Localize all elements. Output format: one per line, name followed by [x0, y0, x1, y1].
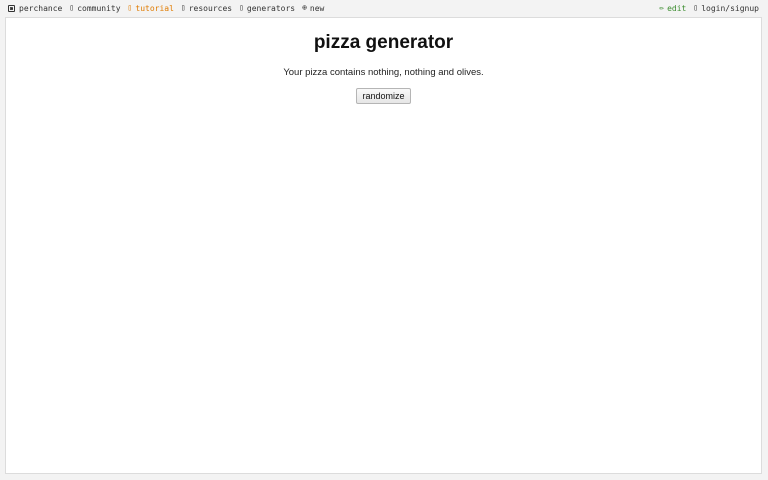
- generators-icon: ▯: [239, 3, 244, 12]
- nav-edit-label: edit: [667, 3, 687, 13]
- chat-icon: ▯: [69, 3, 75, 12]
- page-title: pizza generator: [313, 32, 454, 53]
- pencil-icon: ✏: [659, 3, 665, 12]
- nav-tutorial-label: tutorial: [135, 3, 174, 13]
- nav-tutorial[interactable]: ▯ tutorial: [128, 4, 174, 13]
- plus-circle-icon: ⊕: [302, 3, 307, 12]
- nav-left: perchance ▯ community ▯ tutorial ▯ resou…: [0, 4, 331, 13]
- nav-new[interactable]: ⊕ new: [302, 4, 324, 13]
- generator-result-text: Your pizza contains nothing, nothing and…: [283, 67, 484, 78]
- top-navigation-bar: perchance ▯ community ▯ tutorial ▯ resou…: [0, 0, 768, 16]
- nav-resources-label: resources: [188, 3, 233, 13]
- nav-login-signup-label: login/signup: [701, 3, 759, 13]
- nav-generators-label: generators: [246, 3, 296, 13]
- generator-output-panel: pizza generator Your pizza contains noth…: [5, 17, 762, 474]
- nav-perchance-label: perchance: [19, 3, 63, 13]
- nav-right: ✏ edit ▯ login/signup: [659, 4, 768, 13]
- dice-icon: [8, 4, 15, 12]
- nav-community-label: community: [77, 3, 121, 13]
- user-icon: ▯: [693, 3, 699, 12]
- nav-resources[interactable]: ▯ resources: [181, 4, 232, 13]
- resources-icon: ▯: [180, 3, 186, 12]
- nav-new-label: new: [309, 3, 325, 13]
- randomize-button[interactable]: randomize: [356, 88, 411, 104]
- nav-edit[interactable]: ✏ edit: [659, 4, 686, 13]
- nav-login-signup[interactable]: ▯ login/signup: [693, 4, 759, 13]
- nav-generators[interactable]: ▯ generators: [239, 4, 295, 13]
- book-icon: ▯: [127, 3, 133, 12]
- nav-community[interactable]: ▯ community: [69, 4, 120, 13]
- nav-perchance[interactable]: perchance: [8, 4, 62, 13]
